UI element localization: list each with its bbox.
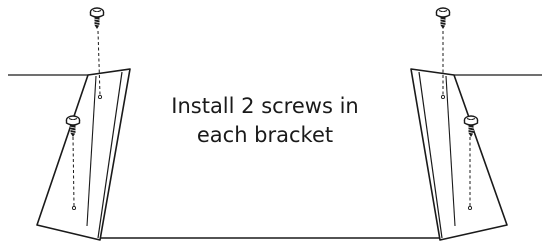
screw-hole-icon [467, 205, 473, 211]
instruction-line-1: Install 2 screws in [171, 94, 359, 118]
screw-icon [435, 7, 451, 30]
instruction-text: Install 2 screws in each bracket [150, 92, 380, 150]
screw-hole-icon [71, 205, 77, 211]
screw-icon [89, 7, 105, 30]
screw-hole-icon [97, 94, 103, 100]
instruction-line-2: each bracket [196, 123, 334, 147]
screw-hole-icon [440, 94, 446, 100]
right-bracket [410, 68, 508, 241]
left-bracket [36, 68, 131, 241]
